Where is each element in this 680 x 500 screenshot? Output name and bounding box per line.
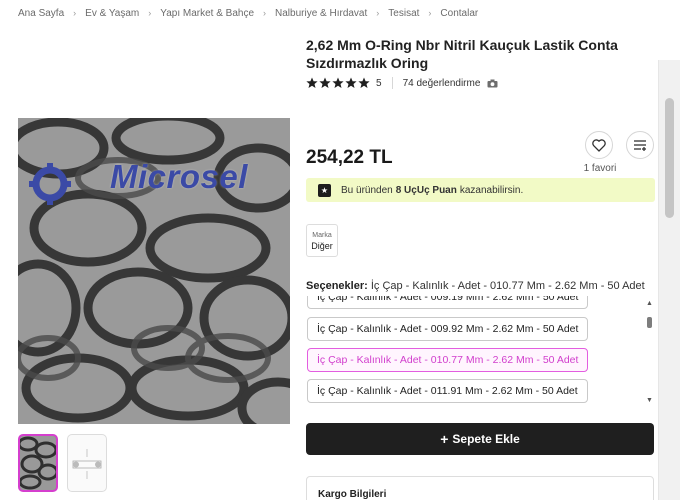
star-icon bbox=[358, 77, 370, 88]
shipping-info[interactable]: Kargo Bilgileri bbox=[306, 476, 654, 500]
orings-photo-thumb bbox=[20, 436, 56, 490]
shipping-title: Kargo Bilgileri bbox=[318, 489, 387, 500]
brand-box[interactable]: Marka Diğer bbox=[306, 224, 338, 257]
options-list[interactable]: İç Çap - Kalınlık - Adet - 009.19 Mm - 2… bbox=[306, 296, 646, 406]
rating-row: 5 74 değerlendirme bbox=[306, 76, 498, 90]
arrow-up-icon[interactable]: ▲ bbox=[646, 300, 653, 307]
favorite-count: 1 favori bbox=[583, 163, 617, 174]
chevron-right-icon: › bbox=[428, 8, 432, 18]
product-price: 254,22 TL bbox=[306, 147, 393, 168]
compare-button[interactable] bbox=[626, 131, 654, 159]
product-image[interactable]: Microsel bbox=[18, 118, 290, 424]
breadcrumb-item[interactable]: Yapı Market & Bahçe bbox=[160, 8, 254, 19]
reviews-link[interactable]: 74 değerlendirme bbox=[403, 78, 481, 89]
compare-icon bbox=[634, 140, 646, 151]
breadcrumb-item[interactable]: Ana Sayfa bbox=[18, 8, 64, 19]
points-suffix: kazanabilirsin. bbox=[459, 184, 524, 196]
breadcrumb: Ana Sayfa › Ev & Yaşam › Yapı Market & B… bbox=[18, 7, 478, 19]
options-label: Seçenekler: İç Çap - Kalınlık - Adet - 0… bbox=[306, 280, 645, 292]
brand-watermark: Microsel bbox=[110, 158, 248, 195]
favorite-button[interactable] bbox=[585, 131, 613, 159]
rating-stars bbox=[306, 77, 370, 89]
breadcrumb-item[interactable]: Contalar bbox=[440, 8, 478, 19]
options-scroll-thumb[interactable] bbox=[647, 317, 652, 328]
points-amount: 8 UçUç Puan bbox=[395, 184, 457, 196]
options-title: Seçenekler: bbox=[306, 280, 368, 292]
option-item[interactable]: İç Çap - Kalınlık - Adet - 009.19 Mm - 2… bbox=[307, 296, 589, 309]
option-item[interactable]: İç Çap - Kalınlık - Adet - 011.91 Mm - 2… bbox=[307, 379, 588, 403]
breadcrumb-item[interactable]: Nalburiye & Hırdavat bbox=[275, 8, 367, 19]
breadcrumb-item[interactable]: Ev & Yaşam bbox=[85, 8, 139, 19]
add-to-cart-button[interactable]: + Sepete Ekle bbox=[306, 423, 654, 455]
scrollbar-thumb[interactable] bbox=[665, 98, 674, 218]
heart-icon bbox=[592, 138, 606, 152]
thumbnail-drawing[interactable] bbox=[67, 434, 107, 492]
brand-value: Diğer bbox=[311, 241, 333, 251]
arrow-down-icon[interactable]: ▼ bbox=[646, 397, 653, 404]
star-badge-icon: ★ bbox=[318, 183, 331, 197]
star-icon bbox=[345, 77, 357, 88]
camera-icon bbox=[487, 79, 498, 87]
chevron-right-icon: › bbox=[263, 8, 267, 18]
star-icon bbox=[306, 77, 318, 88]
options-scrollbar[interactable]: ▲ ▼ bbox=[646, 300, 654, 406]
page-scrollbar[interactable] bbox=[658, 60, 680, 500]
thumbnail-photo[interactable] bbox=[18, 434, 58, 492]
star-icon bbox=[332, 77, 344, 88]
option-item-selected[interactable]: İç Çap - Kalınlık - Adet - 010.77 Mm - 2… bbox=[307, 348, 589, 372]
options-selected: İç Çap - Kalınlık - Adet - 010.77 Mm - 2… bbox=[370, 280, 645, 292]
star-icon bbox=[319, 77, 331, 88]
chevron-right-icon: › bbox=[148, 8, 152, 18]
plus-icon: + bbox=[440, 431, 449, 447]
rating-value: 5 bbox=[376, 77, 382, 89]
breadcrumb-item[interactable]: Tesisat bbox=[388, 8, 419, 19]
gear-icon bbox=[29, 163, 71, 205]
chevron-right-icon: › bbox=[73, 8, 77, 18]
divider bbox=[391, 77, 393, 89]
add-to-cart-label: Sepete Ekle bbox=[452, 432, 520, 446]
oring-drawing-thumb bbox=[72, 449, 102, 479]
brand-label: Marka bbox=[312, 232, 332, 239]
option-item[interactable]: İç Çap - Kalınlık - Adet - 009.92 Mm - 2… bbox=[307, 317, 589, 341]
chevron-right-icon: › bbox=[376, 8, 380, 18]
points-banner: ★ Bu üründen 8 UçUç Puan kazanabilirsin. bbox=[306, 178, 655, 202]
product-title: 2,62 Mm O-Ring Nbr Nitril Kauçuk Lastik … bbox=[306, 37, 618, 71]
points-prefix: Bu üründen bbox=[341, 184, 393, 196]
